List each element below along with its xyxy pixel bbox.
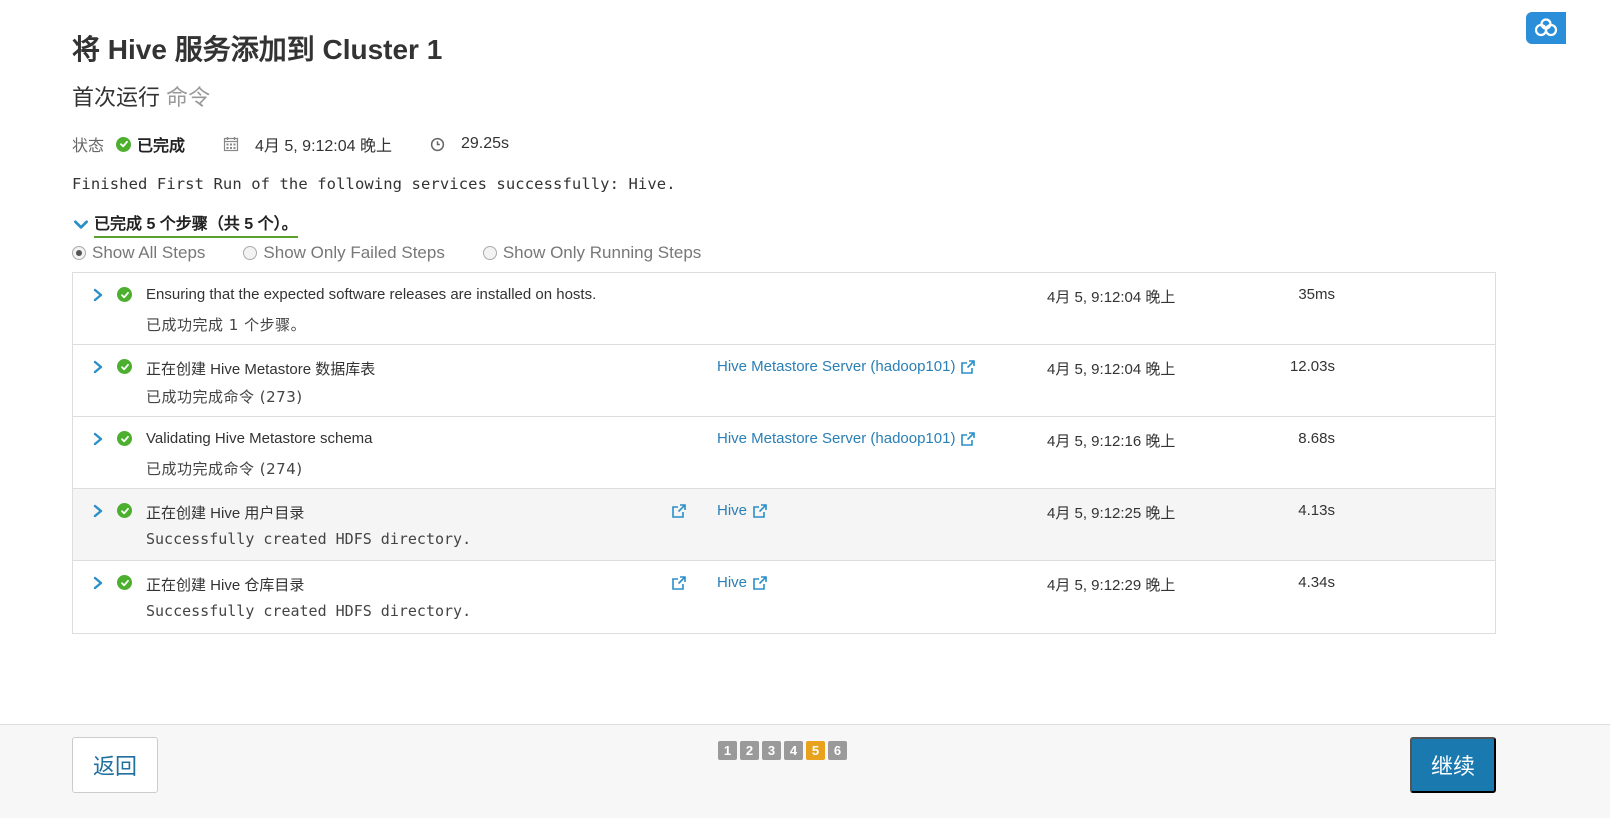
- cloud-share-icon[interactable]: [1526, 12, 1566, 44]
- clock-icon: [430, 137, 445, 151]
- chevron-right-icon[interactable]: [91, 575, 105, 591]
- filter-label: Show All Steps: [92, 243, 206, 262]
- chevron-right-icon[interactable]: [91, 503, 105, 519]
- step-indicator-3[interactable]: 3: [762, 741, 781, 760]
- step-row: 正在创建 Hive 仓库目录 Successfully created HDFS…: [73, 561, 1495, 633]
- filter-label: Show Only Running Steps: [502, 243, 702, 262]
- success-check-icon: [117, 575, 132, 590]
- step-row: Validating Hive Metastore schema 已成功完成命令…: [73, 417, 1495, 489]
- chevron-right-icon[interactable]: [91, 287, 105, 303]
- external-link-icon: [753, 503, 767, 518]
- host-label: Hive Metastore Server (hadoop101): [717, 358, 956, 375]
- back-button[interactable]: 返回: [72, 737, 158, 793]
- status-duration: 29.25s: [461, 135, 510, 152]
- wizard-step-indicator: 1 2 3 4 5 6: [718, 741, 847, 760]
- steps-summary-text: 已完成 5 个步骤（共 5 个）。: [94, 210, 298, 238]
- step-detail: 已成功完成命令 (273): [146, 388, 303, 406]
- step-host-link[interactable]: Hive Metastore Server (hadoop101): [717, 430, 976, 447]
- step-host-link[interactable]: Hive: [717, 502, 768, 519]
- step-filters: Show All Steps Show Only Failed Steps Sh…: [72, 243, 739, 263]
- step-indicator-5-current[interactable]: 5: [806, 741, 825, 760]
- success-check-icon: [117, 287, 132, 302]
- steps-table: Ensuring that the expected software rele…: [72, 272, 1496, 634]
- status-date: 4月 5, 9:12:04 晚上: [255, 138, 392, 155]
- chevron-right-icon[interactable]: [91, 359, 105, 375]
- step-name: Validating Hive Metastore schema: [146, 430, 373, 447]
- step-detail: 已成功完成命令 (274): [146, 460, 303, 478]
- chevron-right-icon[interactable]: [91, 431, 105, 447]
- external-link-icon: [961, 431, 976, 446]
- step-duration: 35ms: [1298, 286, 1335, 303]
- step-indicator-4[interactable]: 4: [784, 741, 803, 760]
- step-time: 4月 5, 9:12:25 晚上: [1047, 505, 1176, 522]
- step-time: 4月 5, 9:12:04 晚上: [1047, 289, 1176, 306]
- step-row: 正在创建 Hive 用户目录 Successfully created HDFS…: [73, 489, 1495, 561]
- continue-button[interactable]: 继续: [1410, 737, 1496, 793]
- external-link-icon: [961, 359, 976, 374]
- radio-icon[interactable]: [243, 246, 258, 260]
- filter-all-steps[interactable]: Show All Steps: [72, 243, 205, 263]
- status-row: 状态 已完成 4月 5, 9:12:04 晚上 29.25s: [72, 132, 547, 156]
- step-host-link[interactable]: Hive: [717, 574, 768, 591]
- success-check-icon: [117, 431, 132, 446]
- external-link-icon[interactable]: [671, 575, 687, 591]
- result-message: Finished First Run of the following serv…: [72, 175, 676, 193]
- host-label: Hive: [717, 502, 748, 519]
- page-title: 将 Hive 服务添加到 Cluster 1: [72, 34, 443, 65]
- step-duration: 12.03s: [1289, 358, 1335, 375]
- filter-failed-steps[interactable]: Show Only Failed Steps: [243, 243, 445, 263]
- step-time: 4月 5, 9:12:04 晚上: [1047, 361, 1176, 378]
- step-name: Ensuring that the expected software rele…: [146, 286, 597, 303]
- step-name: 正在创建 Hive 用户目录: [146, 505, 305, 522]
- filter-label: Show Only Failed Steps: [263, 243, 445, 262]
- host-label: Hive Metastore Server (hadoop101): [717, 430, 956, 447]
- host-label: Hive: [717, 574, 748, 591]
- step-name: 正在创建 Hive 仓库目录: [146, 577, 305, 594]
- step-duration: 4.13s: [1298, 502, 1335, 519]
- step-row: Ensuring that the expected software rele…: [73, 273, 1495, 345]
- step-duration: 8.68s: [1298, 430, 1335, 447]
- status-value: 已完成: [137, 138, 186, 155]
- chevron-down-icon: [74, 220, 88, 229]
- success-check-icon: [117, 503, 132, 518]
- step-indicator-2[interactable]: 2: [740, 741, 759, 760]
- step-detail: 已成功完成 1 个步骤。: [146, 316, 307, 334]
- step-indicator-6[interactable]: 6: [828, 741, 847, 760]
- steps-summary-toggle[interactable]: 已完成 5 个步骤（共 5 个）。: [72, 210, 298, 238]
- subtitle-main: 首次运行: [72, 85, 161, 110]
- radio-selected-icon[interactable]: [72, 246, 86, 260]
- step-name: 正在创建 Hive Metastore 数据库表: [146, 361, 376, 378]
- page-subtitle: 首次运行 命令: [72, 80, 210, 112]
- external-link-icon: [753, 575, 767, 590]
- step-detail: Successfully created HDFS directory.: [146, 530, 472, 548]
- subtitle-muted: 命令: [166, 85, 211, 110]
- success-check-icon: [117, 359, 132, 374]
- wizard-footer: 返回 1 2 3 4 5 6 继续: [0, 724, 1610, 818]
- status-label: 状态: [72, 138, 105, 155]
- step-duration: 4.34s: [1298, 574, 1335, 591]
- step-row: 正在创建 Hive Metastore 数据库表 已成功完成命令 (273) H…: [73, 345, 1495, 417]
- step-detail: Successfully created HDFS directory.: [146, 602, 472, 620]
- step-time: 4月 5, 9:12:16 晚上: [1047, 433, 1176, 450]
- step-time: 4月 5, 9:12:29 晚上: [1047, 577, 1176, 594]
- external-link-icon[interactable]: [671, 503, 687, 519]
- step-indicator-1[interactable]: 1: [718, 741, 737, 760]
- step-host-link[interactable]: Hive Metastore Server (hadoop101): [717, 358, 976, 375]
- filter-running-steps[interactable]: Show Only Running Steps: [482, 243, 702, 263]
- success-check-icon: [116, 136, 132, 152]
- calendar-icon: [223, 137, 239, 152]
- radio-icon[interactable]: [482, 246, 497, 260]
